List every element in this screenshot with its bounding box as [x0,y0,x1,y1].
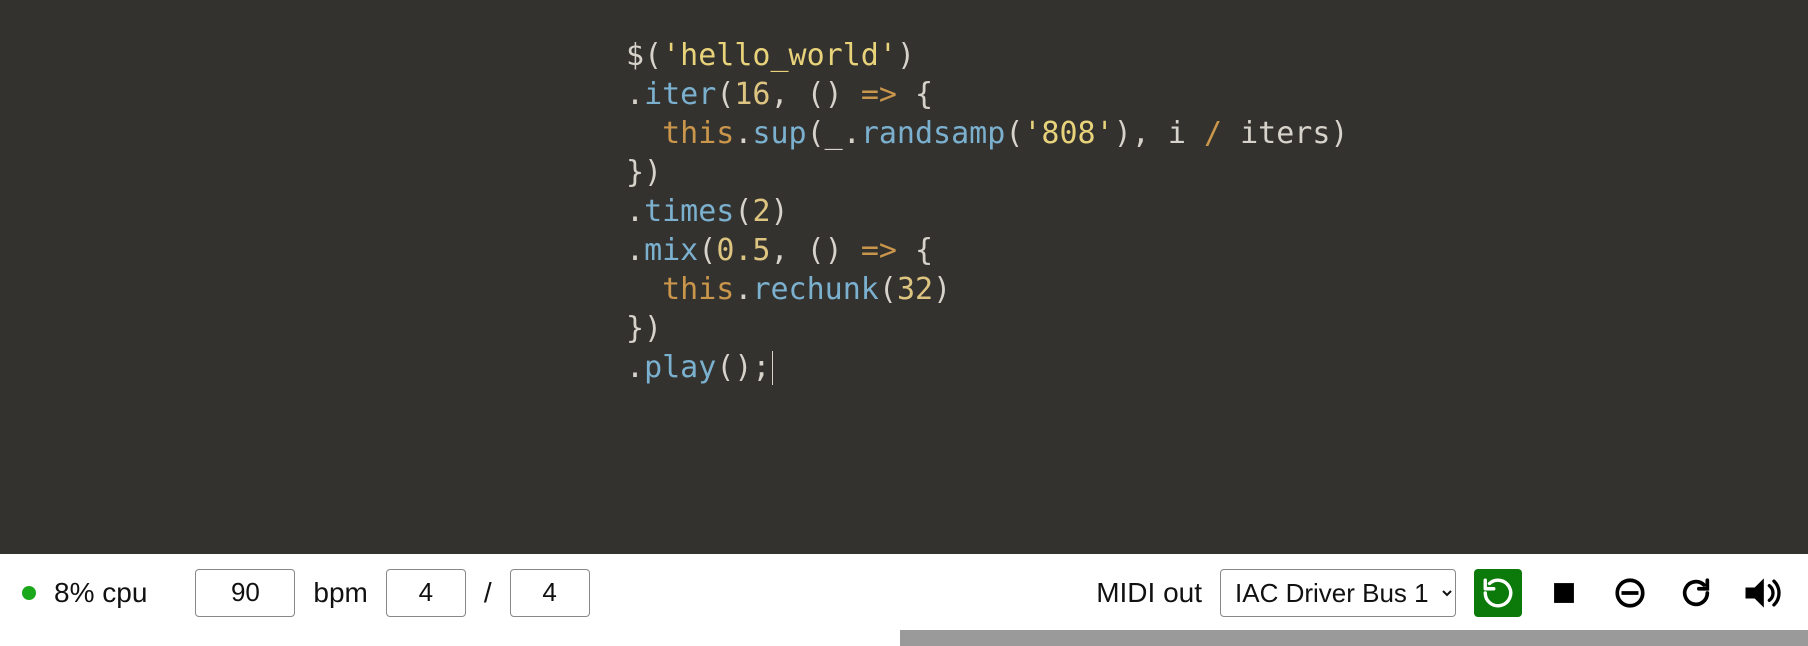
code-token: mix [644,233,698,268]
code-token: ( [644,38,662,73]
code-token: $ [626,38,644,73]
code-token: 32 [897,272,933,307]
code-token: iters) [1222,116,1348,151]
code-editor-pane[interactable]: $('hello_world').iter(16, () => { this.s… [0,0,1808,554]
code-token: { [897,77,933,112]
code-token: ( [879,272,897,307]
code-token: }) [626,155,662,190]
code-token: play [644,350,716,385]
code-token: times [644,194,734,229]
cpu-usage-label: 8% cpu [54,577,147,609]
code-token: this [662,272,734,307]
code-token: ( [734,194,752,229]
code-line[interactable]: this.rechunk(32) [626,270,1788,309]
code-token: this [662,116,734,151]
code-token: . [626,194,644,229]
code-line[interactable]: $('hello_world') [626,36,1788,75]
volume-icon [1740,571,1784,615]
code-token: randsamp [861,116,1006,151]
code-token: 'hello_world' [662,38,897,73]
code-token: (); [716,350,770,385]
code-token: 2 [752,194,770,229]
code-token: ( [1005,116,1023,151]
code-token: sup [752,116,806,151]
code-token: ) [771,194,789,229]
code-token: ), i [1114,116,1204,151]
time-sig-denominator-input[interactable] [510,569,590,617]
code-editor[interactable]: $('hello_world').iter(16, () => { this.s… [626,36,1788,387]
mute-button[interactable] [1606,569,1654,617]
midi-out-label: MIDI out [1096,577,1202,609]
code-line[interactable]: .mix(0.5, () => { [626,231,1788,270]
reload-button[interactable] [1474,569,1522,617]
mute-circle-icon [1613,576,1647,610]
code-token: . [626,350,644,385]
code-token: . [734,116,752,151]
volume-button[interactable] [1738,569,1786,617]
code-token: ) [933,272,951,307]
code-token: ) [897,38,915,73]
bpm-label: bpm [313,577,367,609]
code-line[interactable]: .play(); [626,348,1788,387]
code-line[interactable]: }) [626,153,1788,192]
code-line[interactable]: }) [626,309,1788,348]
code-token: . [734,272,752,307]
text-cursor [772,351,773,386]
code-token: => [861,77,897,112]
code-token: , () [771,233,861,268]
status-bar: 8% cpu bpm / MIDI out IAC Driver Bus 1 [0,554,1808,630]
code-token [626,116,662,151]
window-edge-shadow [900,630,1808,646]
code-token: (_. [807,116,861,151]
code-token: ( [698,233,716,268]
reload-icon [1481,576,1515,610]
code-line[interactable]: .times(2) [626,192,1788,231]
time-sig-numerator-input[interactable] [386,569,466,617]
stop-icon [1547,576,1581,610]
code-token: 16 [734,77,770,112]
bpm-input[interactable] [195,569,295,617]
code-line[interactable]: .iter(16, () => { [626,75,1788,114]
code-token: iter [644,77,716,112]
code-line[interactable]: this.sup(_.randsamp('808'), i / iters) [626,114,1788,153]
code-token: rechunk [752,272,878,307]
midi-out-select[interactable]: IAC Driver Bus 1 [1220,569,1456,617]
loop-icon [1679,576,1713,610]
code-token: }) [626,311,662,346]
code-token: , () [771,77,861,112]
status-indicator-dot [22,586,36,600]
code-token [626,272,662,307]
code-token: { [897,233,933,268]
code-token: => [861,233,897,268]
code-token: . [626,77,644,112]
code-token: '808' [1023,116,1113,151]
loop-button[interactable] [1672,569,1720,617]
code-token: 0.5 [716,233,770,268]
stop-button[interactable] [1540,569,1588,617]
code-token: / [1204,116,1222,151]
code-token: ( [716,77,734,112]
time-sig-slash: / [484,577,492,609]
code-token: . [626,233,644,268]
